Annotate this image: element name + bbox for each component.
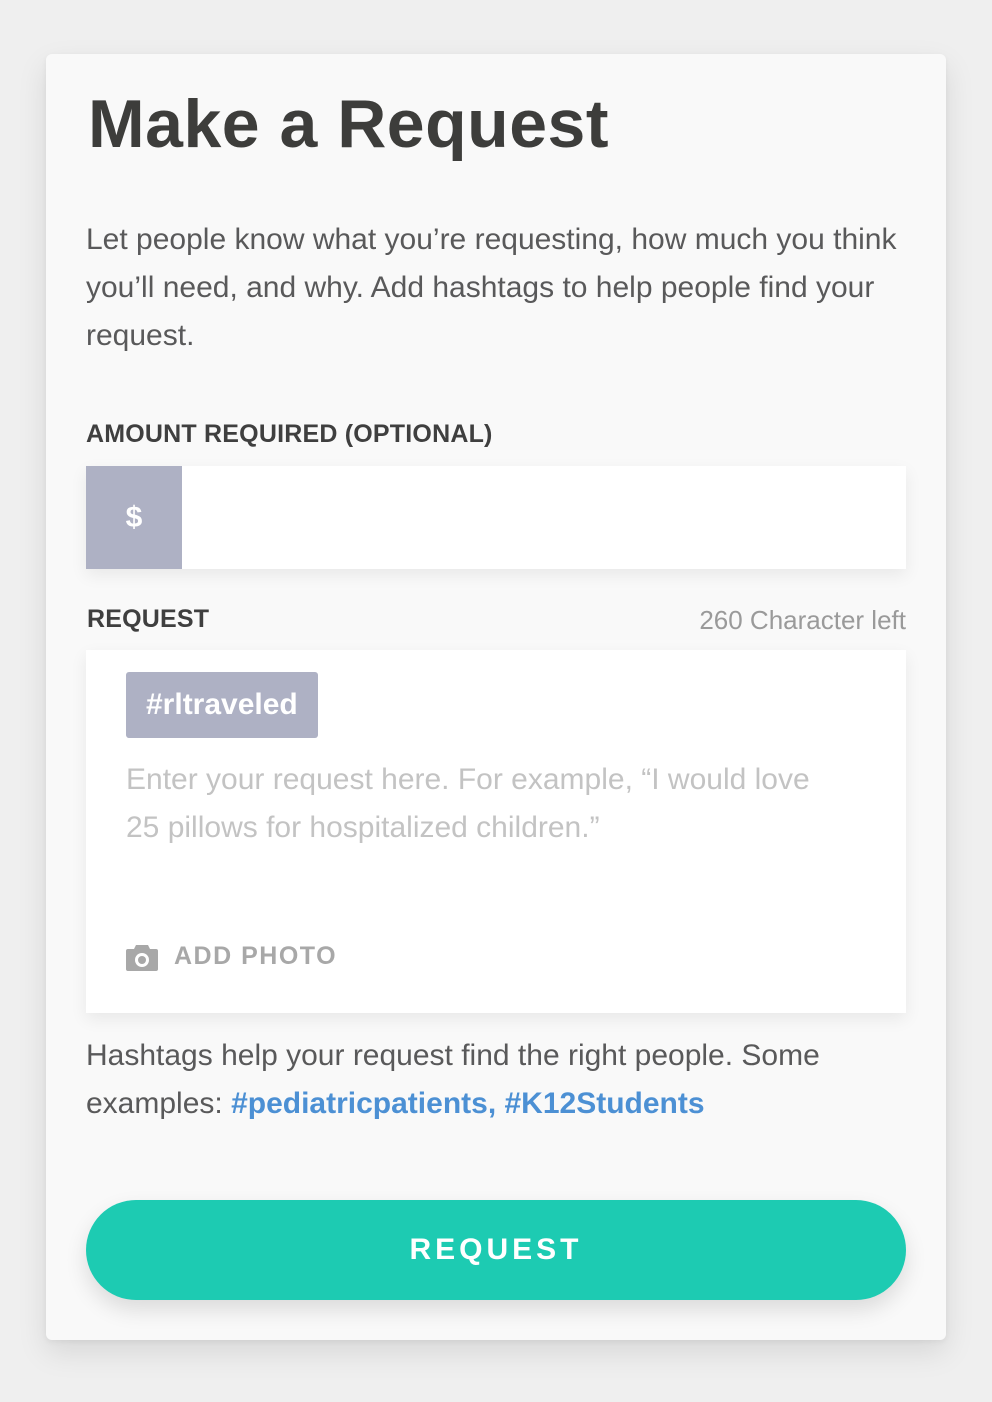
character-count: 260 Character left xyxy=(699,605,906,635)
add-photo-label: ADD PHOTO xyxy=(174,942,338,970)
page-title: Make a Request xyxy=(88,86,609,162)
request-label: REQUEST xyxy=(87,605,210,633)
camera-icon xyxy=(126,944,158,971)
amount-field: $ xyxy=(86,466,906,569)
amount-label: AMOUNT REQUIRED (OPTIONAL) xyxy=(86,420,493,448)
add-photo-button[interactable]: ADD PHOTO xyxy=(126,942,337,971)
intro-text: Let people know what you’re requesting, … xyxy=(86,223,897,352)
hashtag-chip[interactable]: #rltraveled xyxy=(126,672,318,738)
amount-input[interactable] xyxy=(182,466,906,569)
currency-symbol: $ xyxy=(86,466,182,569)
request-button[interactable]: REQUEST xyxy=(86,1200,906,1300)
hashtag-helper-text: Hashtags help your request find the righ… xyxy=(86,1032,916,1128)
request-box: #rltraveled ADD PHOTO xyxy=(86,650,906,1013)
request-textarea[interactable] xyxy=(126,756,826,876)
hashtag-examples-link[interactable]: #pediatricpatients, #K12Students xyxy=(231,1087,704,1120)
request-card: Make a Request Let people know what you’… xyxy=(46,54,946,1340)
